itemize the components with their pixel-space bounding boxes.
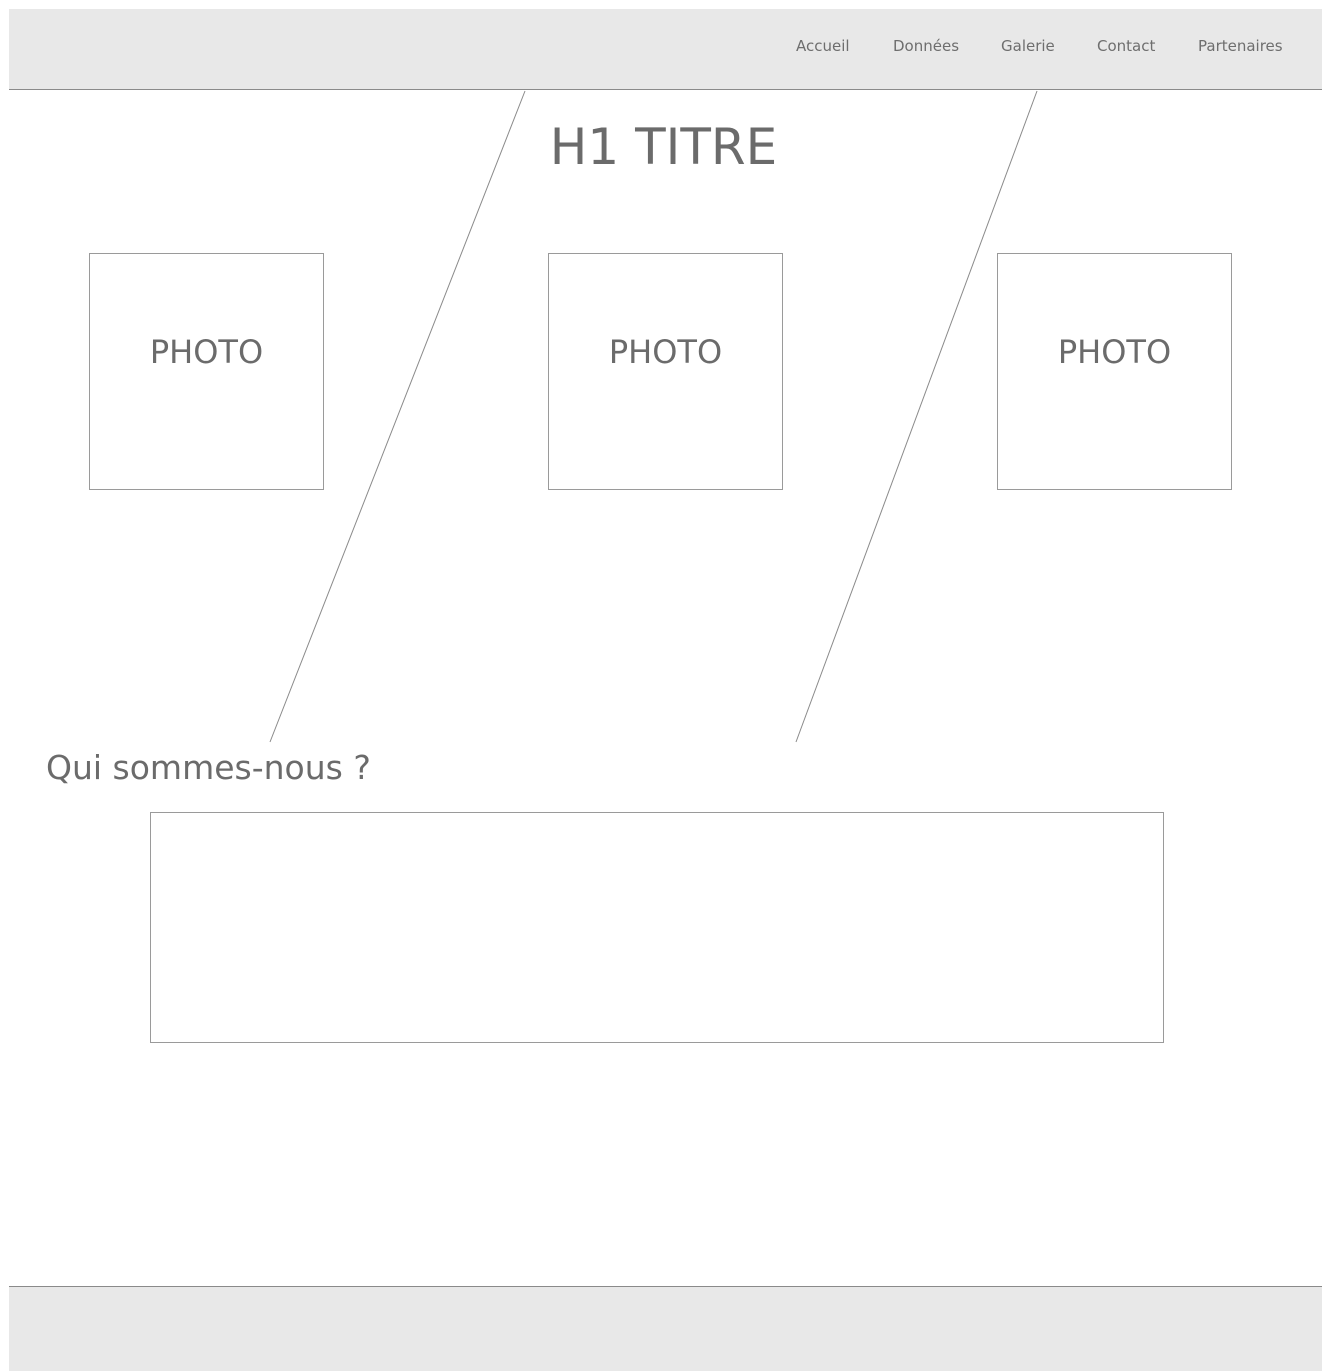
about-heading: Qui sommes-nous ? — [46, 748, 371, 787]
nav-item-accueil[interactable]: Accueil — [796, 37, 850, 55]
photo-placeholder-2: PHOTO — [548, 253, 783, 490]
about-text-box — [150, 812, 1164, 1043]
photo-placeholder-1: PHOTO — [89, 253, 324, 490]
header-bar: Accueil Données Galerie Contact Partenai… — [9, 9, 1322, 90]
page-title: H1 TITRE — [549, 118, 778, 176]
photo-placeholder-3: PHOTO — [997, 253, 1232, 490]
nav-item-contact[interactable]: Contact — [1097, 37, 1155, 55]
photo-label: PHOTO — [149, 333, 264, 371]
photo-label: PHOTO — [1057, 333, 1172, 371]
page: Accueil Données Galerie Contact Partenai… — [0, 0, 1327, 1371]
nav-item-donnees[interactable]: Données — [893, 37, 959, 55]
footer-bar — [9, 1286, 1322, 1371]
nav-item-galerie[interactable]: Galerie — [1001, 37, 1055, 55]
nav-item-partenaires[interactable]: Partenaires — [1198, 37, 1283, 55]
photo-label: PHOTO — [608, 333, 723, 371]
decorative-diagonal-lines — [269, 90, 1038, 743]
